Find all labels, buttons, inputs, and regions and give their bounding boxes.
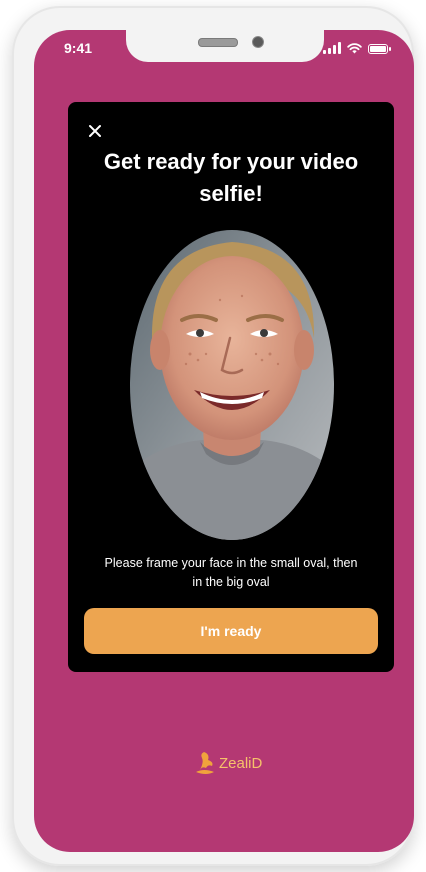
phone-screen: 9:41 Get ready for your video selfie! Pl… — [34, 30, 414, 852]
status-icons — [323, 42, 391, 54]
close-icon — [89, 125, 101, 137]
brand-name: ZealiD — [219, 754, 263, 772]
front-camera — [252, 36, 264, 48]
signal-icon — [323, 42, 341, 54]
status-time: 9:41 — [64, 40, 93, 56]
battery-icon — [368, 44, 391, 54]
speaker-grille — [198, 38, 238, 47]
wifi-icon — [347, 43, 362, 54]
brand-logo: ZealiD — [194, 750, 262, 776]
phone-frame: 9:41 Get ready for your video selfie! Pl… — [12, 6, 414, 866]
instructions-text: Please frame your face in the small oval… — [104, 556, 358, 589]
selfie-modal: Get ready for your video selfie! Please … — [68, 102, 394, 672]
face-preview-oval — [130, 230, 334, 540]
ready-button[interactable]: I'm ready — [84, 608, 378, 654]
zealid-logo-icon — [196, 752, 214, 774]
close-button[interactable] — [82, 118, 108, 144]
modal-title: Get ready for your video selfie! — [103, 149, 359, 206]
face-photo — [130, 230, 334, 540]
phone-notch — [126, 30, 324, 62]
